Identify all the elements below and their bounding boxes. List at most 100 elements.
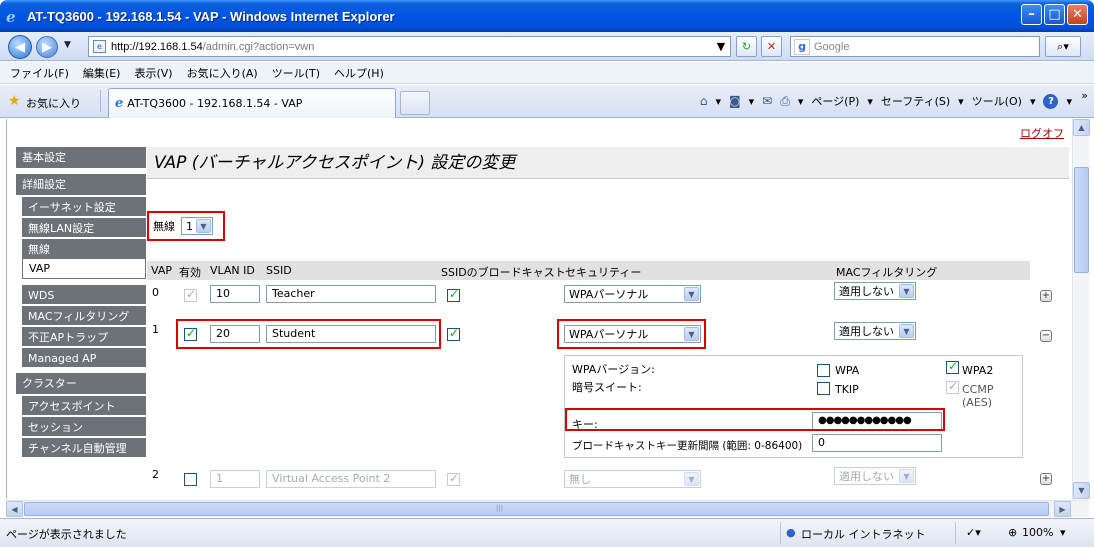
forward-button[interactable]: ▶	[36, 36, 58, 58]
row-0-vlan-input[interactable]: 10	[210, 285, 260, 303]
nav-wds[interactable]: WDS	[22, 283, 146, 304]
stop-button[interactable]: ✕	[761, 36, 782, 57]
search-button[interactable]: ⌕ ▾	[1045, 36, 1081, 57]
refresh-button[interactable]: ↻	[736, 36, 757, 57]
favorites-button[interactable]: お気に入り	[26, 95, 81, 111]
tkip-checkbox[interactable]	[817, 382, 830, 395]
row-1-broadcast-checkbox[interactable]	[447, 326, 460, 341]
sidebar-nav: 基本設定 詳細設定 イーサネット設定 無線LAN設定 無線 VAP WDS MA…	[16, 147, 146, 457]
nav-advanced-settings[interactable]: 詳細設定	[16, 174, 146, 195]
row-1-collapse-icon[interactable]: −	[1040, 330, 1052, 342]
protected-mode-icon[interactable]: ✓▾	[966, 526, 981, 539]
search-input[interactable]: g Google	[790, 36, 1040, 57]
chevron-down-icon: ▼	[684, 327, 699, 341]
scroll-down-icon[interactable]: ▼	[1073, 482, 1090, 499]
divider	[100, 90, 101, 112]
safety-menu[interactable]: セーフティ(S)	[881, 93, 950, 109]
wpa-settings-panel: WPAバージョン: WPA WPA2 暗号スイート: TKIP CCMP (AE…	[564, 355, 1023, 458]
close-button[interactable]: ✕	[1067, 4, 1088, 25]
row-1-mac-value: 適用しない	[839, 325, 894, 338]
row-2-mac-value: 適用しない	[839, 470, 894, 483]
horizontal-scrollbar[interactable]: ◀ ||| ▶	[6, 500, 1089, 517]
menu-tools[interactable]: ツール(T)	[272, 65, 320, 81]
scroll-right-icon[interactable]: ▶	[1054, 501, 1071, 517]
back-button[interactable]: ◀	[8, 35, 32, 59]
nav-basic-settings[interactable]: 基本設定	[16, 147, 146, 168]
row-0-ssid-input[interactable]: Teacher	[266, 285, 436, 303]
status-bar: ページが表示されました ● ローカル イントラネット ✓▾ ⊕ 100% ▾	[0, 518, 1094, 547]
nav-channel-mgmt[interactable]: チャンネル自動管理	[22, 436, 146, 457]
nav-access-points[interactable]: アクセスポイント	[22, 394, 146, 415]
menu-edit[interactable]: 編集(E)	[83, 65, 121, 81]
row-2-enabled-checkbox[interactable]	[184, 473, 197, 486]
row-1-mac-select[interactable]: 適用しない ▼	[834, 322, 916, 340]
url-field[interactable]: e http://192.168.1.54/admin.cgi?action=v…	[88, 36, 731, 57]
col-broadcast: SSIDのブロードキャスト	[441, 266, 566, 279]
home-icon[interactable]: ⌂	[700, 94, 708, 108]
radio-selector: 無線 1 ▼	[147, 211, 225, 241]
zoom-dropdown-icon[interactable]: ▾	[1060, 526, 1066, 539]
row-2-ssid-input: Virtual Access Point 2	[266, 470, 436, 488]
row-1-ssid-input[interactable]: Student	[266, 325, 436, 343]
maximize-button[interactable]: □	[1044, 4, 1065, 25]
vertical-scroll-thumb[interactable]	[1074, 167, 1089, 273]
nav-vap[interactable]: VAP	[22, 258, 146, 279]
menu-file[interactable]: ファイル(F)	[10, 65, 69, 81]
col-security: セキュリティー	[565, 266, 642, 279]
row-0-mac-select[interactable]: 適用しない ▼	[834, 282, 916, 300]
wpa-checkbox[interactable]	[817, 364, 830, 377]
history-dropdown-icon[interactable]: ▼	[64, 40, 71, 50]
scroll-up-icon[interactable]: ▲	[1073, 119, 1090, 136]
vertical-scrollbar[interactable]: ▲ ▼	[1072, 119, 1090, 499]
row-0-enabled-checkbox	[184, 287, 197, 302]
row-0-expand-icon[interactable]: +	[1040, 290, 1052, 302]
chevron-down-icon: ▼	[899, 284, 914, 298]
nav-ethernet[interactable]: イーサネット設定	[22, 195, 146, 216]
row-1-number: 1	[152, 323, 159, 336]
nav-wireless[interactable]: 無線	[22, 237, 146, 258]
col-enabled: 有効	[179, 266, 201, 279]
col-vap: VAP	[151, 264, 172, 277]
row-0-security-select[interactable]: WPAパーソナル ▼	[564, 285, 701, 303]
feeds-icon[interactable]: ◙	[729, 94, 741, 108]
tools-menu[interactable]: ツール(O)	[972, 93, 1022, 109]
print-icon[interactable]: ⎙	[780, 94, 790, 109]
menu-favorites[interactable]: お気に入り(A)	[187, 65, 258, 81]
row-2-mac-select: 適用しない ▼	[834, 467, 916, 485]
row-2-vlan-input: 1	[210, 470, 260, 488]
nav-managed-ap[interactable]: Managed AP	[22, 346, 146, 367]
page-menu[interactable]: ページ(P)	[811, 93, 859, 109]
status-text: ページが表示されました	[6, 528, 127, 541]
chevron-more-icon[interactable]: »	[1081, 89, 1088, 102]
menu-help[interactable]: ヘルプ(H)	[334, 65, 384, 81]
nav-cluster[interactable]: クラスター	[16, 373, 146, 394]
rekey-input[interactable]: 0	[812, 434, 942, 452]
mail-icon[interactable]: ✉	[762, 94, 772, 108]
row-1-security-select[interactable]: WPAパーソナル ▼	[564, 325, 701, 343]
menu-view[interactable]: 表示(V)	[134, 65, 172, 81]
wpa2-checkbox[interactable]	[946, 359, 959, 374]
logoff-link[interactable]: ログオフ	[1020, 125, 1064, 141]
row-1-enabled-checkbox[interactable]	[184, 326, 197, 341]
chevron-down-icon: ▼	[196, 219, 211, 233]
divider	[780, 522, 781, 544]
chevron-down-icon: ▼	[899, 469, 914, 483]
help-icon[interactable]: ?	[1043, 93, 1059, 109]
scroll-left-icon[interactable]: ◀	[6, 501, 23, 517]
horizontal-scroll-thumb[interactable]	[24, 502, 1049, 516]
browser-tab[interactable]: e AT-TQ3600 - 192.168.1.54 - VAP	[108, 88, 396, 118]
nav-wlan[interactable]: 無線LAN設定	[22, 216, 146, 237]
favorites-star-icon[interactable]: ★	[8, 93, 21, 109]
row-0-broadcast-checkbox[interactable]	[447, 287, 460, 302]
nav-rogue-ap[interactable]: 不正APトラップ	[22, 325, 146, 346]
new-tab-button[interactable]	[400, 91, 430, 115]
url-dropdown-icon[interactable]: ▼	[714, 36, 728, 57]
zoom-level[interactable]: 100%	[1022, 526, 1053, 539]
minimize-button[interactable]: –	[1021, 4, 1042, 25]
row-1-vlan-input[interactable]: 20	[210, 325, 260, 343]
radio-select[interactable]: 1 ▼	[181, 217, 213, 235]
chevron-down-icon: ▼	[684, 472, 699, 486]
row-2-expand-icon[interactable]: +	[1040, 473, 1052, 485]
nav-mac-filter[interactable]: MACフィルタリング	[22, 304, 146, 325]
nav-sessions[interactable]: セッション	[22, 415, 146, 436]
